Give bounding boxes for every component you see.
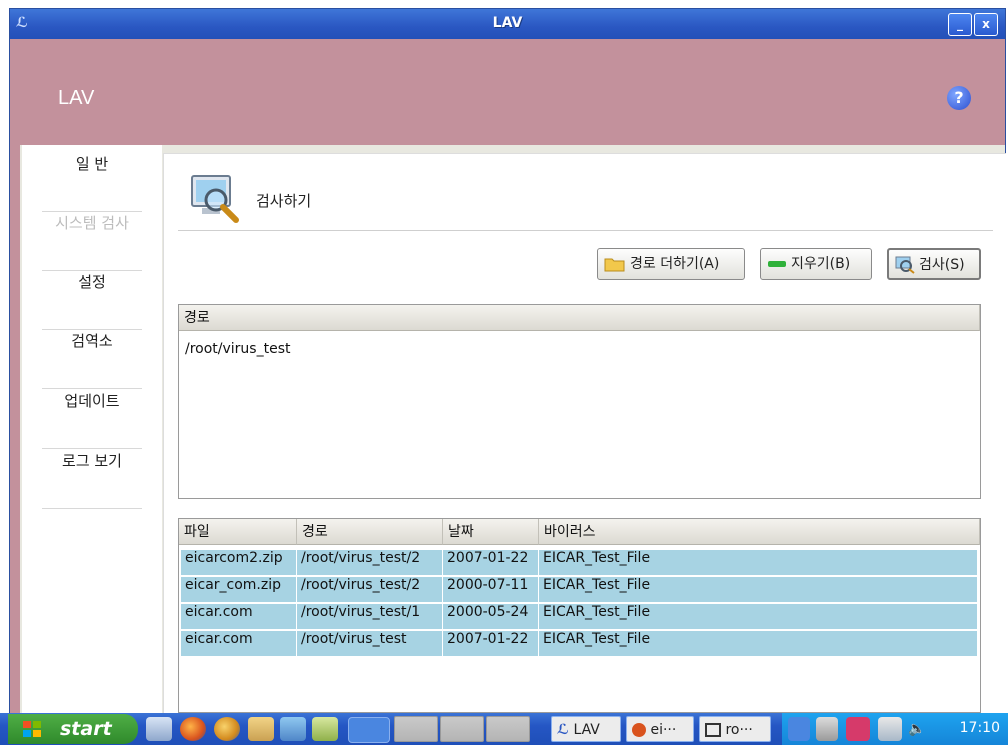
scan-label: 검사(S) bbox=[919, 257, 965, 273]
taskbar-item-label: ei··· bbox=[650, 722, 677, 738]
taskbar-slot[interactable] bbox=[394, 716, 438, 742]
scan-button[interactable]: 검사(S) bbox=[887, 248, 981, 280]
cell-virus: EICAR_Test_File bbox=[539, 631, 978, 656]
volume-icon[interactable]: 🔈 bbox=[908, 717, 932, 741]
taskbar: start ℒ LAV ei··· ro··· 🔈 17:10 bbox=[0, 713, 1008, 745]
start-button[interactable]: start bbox=[8, 714, 138, 744]
cell-date: 2007-01-22 bbox=[443, 631, 539, 656]
sidebar-item-update[interactable]: 업데이트 bbox=[42, 390, 142, 449]
start-label: start bbox=[60, 718, 112, 740]
user-icon[interactable] bbox=[280, 717, 306, 741]
taskbar-item-firefox[interactable]: ei··· bbox=[626, 716, 694, 742]
cell-path: /root/virus_test/1 bbox=[297, 604, 443, 629]
minus-icon bbox=[768, 261, 786, 267]
window-title: LAV bbox=[492, 15, 523, 31]
column-header-file[interactable]: 파일 bbox=[179, 519, 297, 545]
add-path-button[interactable]: 경로 더하기(A) bbox=[597, 248, 745, 280]
firefox-icon bbox=[632, 723, 646, 737]
path-list-item[interactable]: /root/virus_test bbox=[185, 341, 291, 357]
path-list[interactable]: 경로 /root/virus_test bbox=[178, 304, 981, 499]
cell-path: /root/virus_test bbox=[297, 631, 443, 656]
page-title: 검사하기 bbox=[256, 192, 312, 210]
table-row[interactable]: eicar.com /root/virus_test/1 2000-05-24 … bbox=[181, 604, 978, 629]
taskbar-item-label: ro··· bbox=[725, 722, 753, 738]
taskbar-item-label: LAV bbox=[573, 722, 600, 738]
table-row[interactable]: eicar_com.zip /root/virus_test/2 2000-07… bbox=[181, 577, 978, 602]
column-header-path[interactable]: 경로 bbox=[297, 519, 443, 545]
thunderbird-icon[interactable] bbox=[214, 717, 240, 741]
minimize-button[interactable]: _ bbox=[948, 13, 972, 36]
cell-file: eicar.com bbox=[181, 604, 297, 629]
sidebar-item-quarantine[interactable]: 검역소 bbox=[42, 330, 142, 389]
cell-path: /root/virus_test/2 bbox=[297, 577, 443, 602]
cell-virus: EICAR_Test_File bbox=[539, 577, 978, 602]
folder-icon bbox=[604, 258, 625, 272]
taskbar-slot[interactable] bbox=[486, 716, 530, 742]
sidebar-item-system-scan[interactable]: 시스템 검사 bbox=[42, 212, 142, 271]
title-bar[interactable]: ℒ LAV _ x bbox=[10, 9, 1005, 39]
sidebar-item-view-log[interactable]: 로그 보기 bbox=[42, 450, 142, 509]
system-tray: 🔈 17:10 bbox=[782, 713, 1008, 745]
help-icon[interactable]: ? bbox=[947, 86, 971, 110]
lav-logo-icon: ℒ bbox=[557, 722, 569, 738]
taskbar-item-lav[interactable]: ℒ LAV bbox=[551, 716, 621, 742]
cell-file: eicarcom2.zip bbox=[181, 550, 297, 575]
clear-label: 지우기(B) bbox=[791, 256, 851, 272]
lav-quicklaunch-icon[interactable] bbox=[348, 717, 390, 743]
table-row[interactable]: eicar.com /root/virus_test 2007-01-22 EI… bbox=[181, 631, 978, 656]
divider bbox=[178, 230, 993, 231]
sidebar: 일 반 시스템 검사 설정 검역소 업데이트 로그 보기 bbox=[22, 145, 162, 714]
cell-file: eicar_com.zip bbox=[181, 577, 297, 602]
app-header: LAV ? bbox=[10, 39, 1005, 145]
printer-icon[interactable] bbox=[816, 717, 838, 741]
main-panel: 검사하기 경로 더하기(A) 지우기(B) 검사(S) 경로 /root/vir… bbox=[163, 153, 1006, 715]
add-path-label: 경로 더하기(A) bbox=[630, 256, 720, 272]
cell-virus: EICAR_Test_File bbox=[539, 604, 978, 629]
close-button[interactable]: x bbox=[974, 13, 998, 36]
show-desktop-icon[interactable] bbox=[146, 717, 172, 741]
tray-app-icon[interactable] bbox=[846, 717, 870, 741]
cell-date: 2000-05-24 bbox=[443, 604, 539, 629]
cell-path: /root/virus_test/2 bbox=[297, 550, 443, 575]
cell-date: 2007-01-22 bbox=[443, 550, 539, 575]
scan-monitor-icon bbox=[191, 175, 239, 223]
notepad-icon[interactable] bbox=[312, 717, 338, 741]
cell-virus: EICAR_Test_File bbox=[539, 550, 978, 575]
column-header-virus[interactable]: 바이러스 bbox=[539, 519, 980, 545]
taskbar-slot[interactable] bbox=[440, 716, 484, 742]
clear-button[interactable]: 지우기(B) bbox=[760, 248, 872, 280]
sidebar-item-settings[interactable]: 설정 bbox=[42, 271, 142, 330]
window-icon bbox=[705, 723, 721, 737]
windows-logo-icon bbox=[23, 721, 41, 737]
file-manager-icon[interactable] bbox=[248, 717, 274, 741]
clock: 17:10 bbox=[959, 720, 1000, 736]
sidebar-item-general[interactable]: 일 반 bbox=[42, 153, 142, 212]
network-icon[interactable] bbox=[878, 717, 902, 741]
path-column-header[interactable]: 경로 bbox=[179, 305, 980, 331]
close-icon: x bbox=[982, 17, 990, 31]
taskbar-item-window[interactable]: ro··· bbox=[699, 716, 771, 742]
results-table[interactable]: 파일 경로 날짜 바이러스 eicarcom2.zip /root/virus_… bbox=[178, 518, 981, 713]
firefox-icon[interactable] bbox=[180, 717, 206, 741]
app-window: ℒ LAV _ x LAV ? 일 반 시스템 검사 설정 검역소 업데이트 로… bbox=[9, 8, 1006, 715]
left-accent-stripe bbox=[10, 145, 20, 714]
magnifier-icon bbox=[895, 256, 915, 274]
cell-date: 2000-07-11 bbox=[443, 577, 539, 602]
table-row[interactable]: eicarcom2.zip /root/virus_test/2 2007-01… bbox=[181, 550, 978, 575]
cell-file: eicar.com bbox=[181, 631, 297, 656]
lav-tray-icon[interactable] bbox=[788, 717, 810, 741]
brand-label: LAV bbox=[58, 87, 95, 109]
column-header-date[interactable]: 날짜 bbox=[443, 519, 539, 545]
